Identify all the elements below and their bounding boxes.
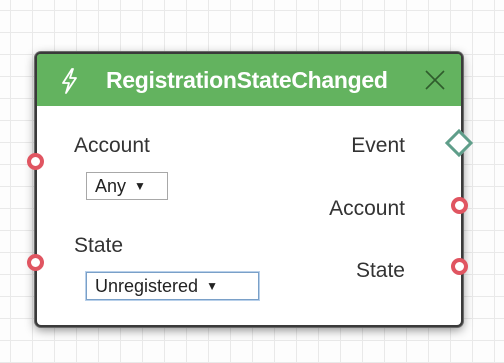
input-state-label: State: [74, 234, 124, 257]
chevron-down-icon: ▼: [206, 279, 218, 293]
state-select-value: Unregistered: [95, 275, 199, 296]
account-select[interactable]: Any ▼: [86, 172, 168, 200]
output-state-label: State: [355, 259, 405, 282]
output-state-port[interactable]: [451, 258, 468, 275]
node-header[interactable]: RegistrationStateChanged: [37, 54, 461, 106]
input-account-port[interactable]: [27, 153, 44, 170]
state-select[interactable]: Unregistered ▼: [86, 272, 259, 300]
input-state-port[interactable]: [27, 254, 44, 271]
registration-state-changed-node[interactable]: RegistrationStateChanged Account Any ▼ S…: [35, 52, 463, 327]
output-account-port[interactable]: [451, 197, 468, 214]
output-event-label: Event: [351, 134, 405, 157]
account-select-value: Any: [95, 175, 127, 196]
output-account-label: Account: [329, 197, 405, 220]
close-icon[interactable]: [423, 68, 447, 92]
chevron-down-icon: ▼: [134, 179, 146, 193]
lightning-bolt-icon: [62, 68, 77, 94]
node-title: RegistrationStateChanged: [106, 67, 388, 93]
input-account-label: Account: [74, 134, 150, 157]
